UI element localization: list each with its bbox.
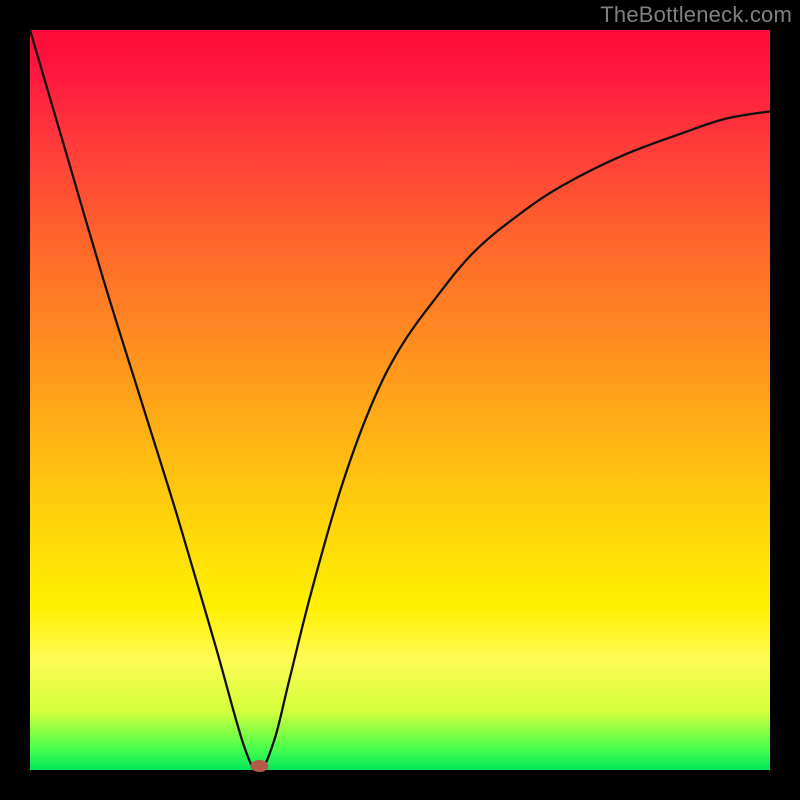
bottleneck-curve xyxy=(30,30,770,770)
chart-frame: TheBottleneck.com xyxy=(0,0,800,800)
minimum-marker xyxy=(250,760,268,772)
plot-area xyxy=(30,30,770,770)
watermark-text: TheBottleneck.com xyxy=(600,2,792,28)
curve-layer xyxy=(30,30,770,770)
